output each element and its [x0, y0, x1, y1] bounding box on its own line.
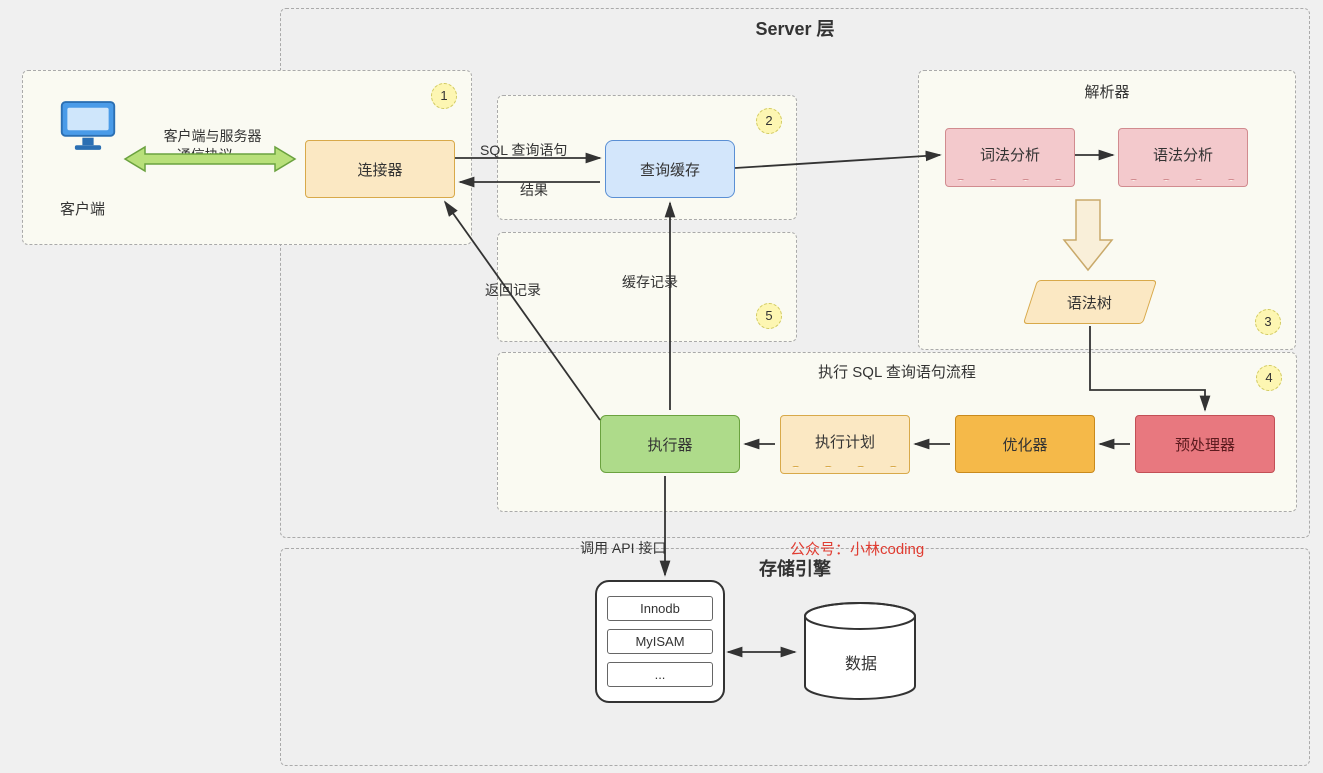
- exec-flow-title: 执行 SQL 查询语句流程: [818, 361, 976, 382]
- storage-item-innodb: Innodb: [607, 596, 713, 621]
- storage-item-etc: ...: [607, 662, 713, 687]
- edge-api-call: 调用 API 接口: [580, 538, 666, 558]
- step-badge-5: 5: [756, 303, 782, 329]
- credit-label: 公众号：小林coding: [790, 538, 924, 559]
- storage-layer-group: 存储引擎: [280, 548, 1310, 766]
- syntax-tree-node: 语法树: [1023, 280, 1157, 324]
- server-layer-title: Server 层: [755, 15, 834, 41]
- exec-plan-node: 执行计划: [780, 415, 910, 467]
- client-protocol-label: 客户端与服务器 通信协议: [148, 108, 262, 184]
- edge-result: 结果: [520, 180, 548, 200]
- preprocessor-node: 预处理器: [1135, 415, 1275, 473]
- database-cylinder: 数据: [800, 602, 920, 702]
- lexical-node: 词法分析: [945, 128, 1075, 180]
- step-badge-2: 2: [756, 108, 782, 134]
- database-label: 数据: [845, 650, 877, 674]
- edge-cache-record: 缓存记录: [622, 272, 678, 292]
- client-icon: [58, 98, 118, 153]
- storage-item-myisam: MyISAM: [607, 629, 713, 654]
- client-label: 客户端: [60, 198, 105, 219]
- edge-return-record: 返回记录: [485, 280, 541, 300]
- connector-node: 连接器: [305, 140, 455, 198]
- executor-node: 执行器: [600, 415, 740, 473]
- step-badge-4: 4: [1256, 365, 1282, 391]
- parser-group-title: 解析器: [1084, 81, 1129, 102]
- step-badge-1: 1: [431, 83, 457, 109]
- step-badge-3: 3: [1255, 309, 1281, 335]
- edge-sql-query: SQL 查询语句: [480, 140, 567, 160]
- optimizer-node: 优化器: [955, 415, 1095, 473]
- query-cache-node: 查询缓存: [605, 140, 735, 198]
- storage-engines-box: Innodb MyISAM ...: [595, 580, 725, 703]
- syntax-node: 语法分析: [1118, 128, 1248, 180]
- diagram-canvas: Server 层 存储引擎 1 客户端 客户端与服务器 通信协议 连接器 2 查…: [0, 0, 1323, 773]
